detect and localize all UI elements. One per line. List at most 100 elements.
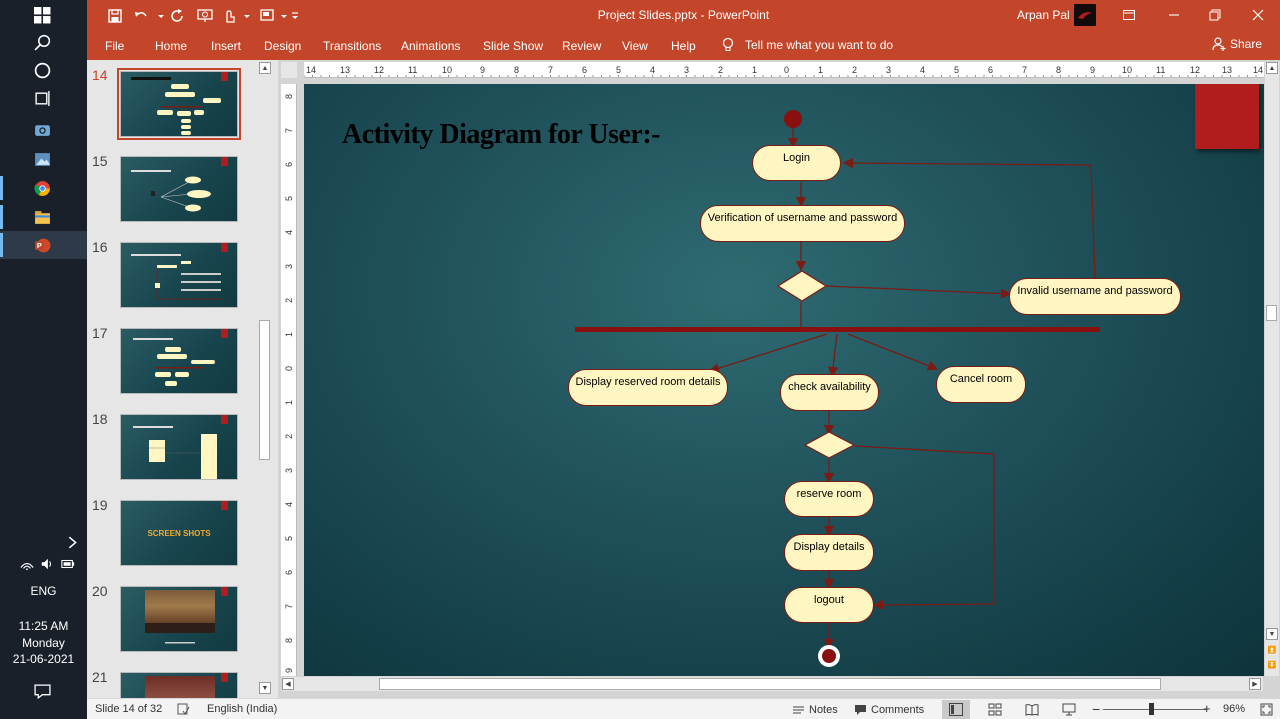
task-view-icon[interactable] xyxy=(0,84,87,112)
clock-time[interactable]: 11:25 AM xyxy=(0,619,87,633)
language-indicator[interactable]: English (India) xyxy=(207,703,277,715)
node-reserve-room[interactable]: reserve room xyxy=(784,481,874,517)
title-bar: Project Slides.pptx - PowerPoint Arpan P… xyxy=(87,0,1280,32)
svg-text:P: P xyxy=(37,241,42,250)
next-slide-icon[interactable]: ⏬ xyxy=(1266,659,1278,671)
slide-thumbnail-16[interactable] xyxy=(120,242,238,308)
slide-horizontal-scrollbar[interactable]: ◀ ▶ xyxy=(282,677,1263,691)
ribbon-display-options-icon[interactable] xyxy=(1116,4,1142,26)
thumb-screenshot-image xyxy=(145,676,215,698)
slide-thumbnail-14[interactable] xyxy=(120,71,238,137)
scroll-right-arrow[interactable]: ▶ xyxy=(1249,678,1261,690)
slide-thumbnail-15[interactable] xyxy=(120,156,238,222)
slide-sorter-view-icon[interactable] xyxy=(981,700,1009,719)
svg-text:1: 1 xyxy=(284,400,294,405)
tab-help[interactable]: Help xyxy=(671,39,696,53)
file-explorer-icon[interactable] xyxy=(0,203,87,231)
tab-animations[interactable]: Animations xyxy=(401,39,460,53)
node-check-availability[interactable]: check availability xyxy=(780,374,879,411)
tab-slide-show[interactable]: Slide Show xyxy=(483,39,543,53)
vertical-ruler[interactable]: 8 7 6 5 4 3 2 1 0 1 2 3 4 5 6 7 8 9 xyxy=(281,84,297,676)
slide-thumbnail-21[interactable] xyxy=(120,672,238,698)
restore-icon[interactable] xyxy=(1202,4,1228,26)
wifi-icon[interactable] xyxy=(20,557,34,571)
slide-thumbnail-19[interactable]: SCREEN SHOTS xyxy=(120,500,238,566)
slide-vertical-scrollbar[interactable]: ▲ ▼ ⏫ ⏬ xyxy=(1265,62,1279,676)
windows-start-icon[interactable] xyxy=(0,1,87,29)
svg-text:7: 7 xyxy=(284,604,294,609)
horizontal-ruler[interactable]: 14 13 12 11 10 98765 43210 12345 6 7 8 9 10 11 12… xyxy=(303,62,1264,78)
thumbnails-scrollbar[interactable]: ▲ ▼ xyxy=(258,62,272,694)
minimize-icon[interactable] xyxy=(1161,4,1187,26)
normal-view-icon[interactable] xyxy=(942,700,970,719)
user-name[interactable]: Arpan Pal xyxy=(1017,8,1070,22)
photos-app-icon[interactable] xyxy=(0,145,87,173)
node-logout[interactable]: logout xyxy=(784,587,874,623)
fork-bar xyxy=(575,327,1100,332)
slide-thumbnail-17[interactable] xyxy=(120,328,238,394)
notes-icon xyxy=(793,706,804,714)
scroll-down-arrow[interactable]: ▼ xyxy=(259,682,271,694)
zoom-slider-handle[interactable] xyxy=(1149,703,1154,715)
node-display-reserved[interactable]: Display reserved room details xyxy=(568,369,728,406)
comments-button[interactable]: Comments xyxy=(854,703,924,716)
svg-text:5: 5 xyxy=(284,536,294,541)
notes-button[interactable]: Notes xyxy=(792,703,838,716)
scroll-down-arrow[interactable]: ▼ xyxy=(1266,628,1278,640)
svg-text:3: 3 xyxy=(284,468,294,473)
scroll-up-arrow[interactable]: ▲ xyxy=(1266,62,1278,74)
input-language[interactable]: ENG xyxy=(0,584,87,598)
spelling-check-icon[interactable] xyxy=(177,703,190,716)
tab-transitions[interactable]: Transitions xyxy=(323,39,381,53)
cortana-icon[interactable] xyxy=(0,56,87,84)
thumb-diagram xyxy=(133,426,217,479)
slide-thumbnail-20[interactable] xyxy=(120,586,238,652)
node-cancel-room[interactable]: Cancel room xyxy=(936,366,1026,403)
reading-view-icon[interactable] xyxy=(1018,700,1046,719)
chevron-up-icon[interactable] xyxy=(0,528,87,556)
volume-icon[interactable] xyxy=(40,557,54,571)
node-verification[interactable]: Verification of username and password xyxy=(700,205,905,242)
battery-icon[interactable] xyxy=(60,557,76,571)
svg-text:6: 6 xyxy=(284,570,294,575)
tab-file[interactable]: File xyxy=(105,39,124,53)
node-display-details[interactable]: Display details xyxy=(784,534,874,571)
svg-text:2: 2 xyxy=(718,65,723,75)
scroll-thumb[interactable] xyxy=(379,678,1161,690)
svg-text:7: 7 xyxy=(1022,65,1027,75)
scroll-thumb[interactable] xyxy=(1266,305,1277,321)
chrome-icon[interactable] xyxy=(0,174,87,202)
node-invalid[interactable]: Invalid username and password xyxy=(1009,278,1181,315)
tab-review[interactable]: Review xyxy=(562,39,601,53)
windows-taskbar: P ENG 11:25 AM Monday 21-06-2021 xyxy=(0,0,87,719)
camera-app-icon[interactable] xyxy=(0,115,87,143)
slide-show-view-icon[interactable] xyxy=(1055,700,1083,719)
zoom-level[interactable]: 96% xyxy=(1223,703,1245,715)
svg-text:4: 4 xyxy=(650,65,655,75)
previous-slide-icon[interactable]: ⏫ xyxy=(1266,644,1278,656)
ruler-corner xyxy=(281,62,297,78)
close-icon[interactable] xyxy=(1245,4,1271,26)
tab-view[interactable]: View xyxy=(622,39,648,53)
thumb-red-accent xyxy=(221,673,228,682)
zoom-out-icon[interactable]: − xyxy=(1092,701,1100,717)
tell-me-search[interactable]: Tell me what you want to do xyxy=(721,37,893,53)
tab-design[interactable]: Design xyxy=(264,39,301,53)
notifications-icon[interactable] xyxy=(0,677,87,705)
tab-home[interactable]: Home xyxy=(155,39,187,53)
fit-to-window-icon[interactable] xyxy=(1260,703,1273,716)
zoom-slider-track[interactable] xyxy=(1103,709,1207,710)
svg-text:1: 1 xyxy=(818,65,823,75)
share-button[interactable]: Share xyxy=(1212,37,1262,51)
powerpoint-icon[interactable]: P xyxy=(0,231,87,259)
zoom-in-icon[interactable]: + xyxy=(1203,701,1211,716)
scroll-left-arrow[interactable]: ◀ xyxy=(282,678,294,690)
scroll-up-arrow[interactable]: ▲ xyxy=(259,62,271,74)
node-login[interactable]: Login xyxy=(752,145,841,181)
scroll-thumb[interactable] xyxy=(259,320,270,460)
tab-insert[interactable]: Insert xyxy=(211,39,241,53)
search-icon[interactable] xyxy=(0,28,87,56)
slide-thumbnail-18[interactable] xyxy=(120,414,238,480)
avatar[interactable] xyxy=(1074,4,1096,26)
current-slide[interactable]: Activity Diagram for User:- Login Verifi… xyxy=(304,84,1264,676)
